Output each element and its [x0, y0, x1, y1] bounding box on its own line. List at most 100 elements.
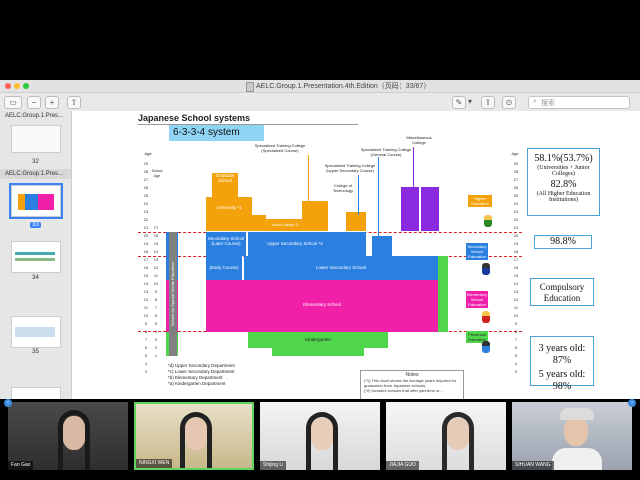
age-tick: 16	[513, 265, 519, 270]
page-thumbnail-32[interactable]	[11, 125, 61, 153]
page-thumbnail-35[interactable]	[11, 316, 61, 348]
pen-tool-button[interactable]: ✎	[452, 96, 466, 109]
age-tick: 20	[513, 233, 519, 238]
student-icon	[482, 263, 490, 275]
school-year-scale: 17 16 15 14 13 12 11 10 9 8 7 6 5 4 3 2 1	[152, 224, 160, 360]
age-tick: 11	[513, 305, 519, 310]
graduate-school-block: Graduate School	[212, 173, 238, 197]
age-tick: 24	[143, 201, 149, 206]
student-icon	[484, 215, 492, 227]
junior-college-block-1	[252, 215, 266, 231]
pointer-line	[413, 147, 414, 187]
kindergarten-step	[272, 348, 364, 356]
search-placeholder: 搜索	[541, 100, 555, 107]
thumbnail-sidebar[interactable]: AELC.Group.1.Pres... 32 AELC.Group.1.Pre…	[0, 111, 72, 399]
age-tick: 28	[513, 169, 519, 174]
higher-education-stat: 58.1%(53.7%) (Universities + Junior Coll…	[527, 148, 600, 216]
zoom-in-button[interactable]: +	[45, 96, 59, 109]
age-scale-right: 29 28 27 26 25 24 23 22 21 20 19 18 17 16 15 14 13 12 11 10…	[512, 160, 520, 376]
markup-button[interactable]: ⊙	[502, 96, 516, 109]
left-scroll-icon[interactable]: ‹	[4, 399, 12, 407]
zoom-window-button[interactable]	[23, 83, 29, 89]
age-tick: 21	[513, 225, 519, 230]
age-tick: 29	[513, 161, 519, 166]
school-year-tick: 14	[153, 249, 159, 254]
participant-name: Fan Gao	[8, 461, 34, 470]
participant-tile-1[interactable]: Fan Gao	[8, 402, 128, 470]
thumbnail-preview	[18, 194, 54, 210]
age-tick: 17	[143, 257, 149, 262]
age-tick: 25	[143, 193, 149, 198]
age-tick: 18	[143, 249, 149, 254]
miscellaneous-college-label: Miscellaneous College	[406, 135, 432, 145]
page-thumbnail-36[interactable]	[11, 387, 61, 399]
participant-tile-4[interactable]: JIAJIA GUO	[386, 402, 506, 470]
elementary-education-tag: Elementary School Education	[466, 291, 488, 308]
school-year-tick: 17	[153, 225, 159, 230]
participant-name: NINGXI WEN	[136, 459, 173, 468]
age-tick: 19	[513, 241, 519, 246]
specialized-general-block	[372, 236, 392, 256]
participant-video	[552, 448, 602, 470]
right-scroll-icon[interactable]: ›	[628, 399, 636, 407]
sidebar-file-2[interactable]: AELC.Group.1.Pres...	[0, 169, 71, 179]
special-needs-school-bar: School for Special Needs Education	[169, 232, 177, 356]
age-tick: 18	[513, 249, 519, 254]
page-thumbnail-33[interactable]	[9, 183, 63, 219]
close-window-button[interactable]	[5, 83, 11, 89]
higher-education-rate: 58.1%(53.7%)	[534, 153, 593, 164]
participant-cap	[560, 408, 594, 420]
participant-tile-3[interactable]: Shijing Li	[260, 402, 380, 470]
specialized-upper-label: Specialized Training College (Upper Seco…	[324, 163, 376, 173]
minimize-window-button[interactable]	[14, 83, 20, 89]
sidebar-file-1[interactable]: AELC.Group.1.Pres...	[0, 111, 71, 121]
school-year-tick: 7	[154, 305, 158, 310]
age-tick: 24	[513, 201, 519, 206]
college-of-technology-label: College of Technology	[332, 183, 354, 193]
higher-education-all-rate: 82.8%	[550, 179, 577, 190]
secondary-education-tag: Secondary School Education	[466, 243, 488, 260]
pen-menu-chevron-icon[interactable]: ▾	[466, 96, 474, 107]
secondary-early-course-block: (Early Course)	[206, 256, 242, 280]
participant-tile-2[interactable]: NINGXI WEN	[134, 402, 254, 470]
system-label: 6-3-3-4 system	[169, 125, 264, 141]
sidebar-toggle-button[interactable]: ▭	[4, 96, 22, 109]
upper-secondary-stat: 98.8%	[534, 235, 592, 249]
school-year-tick: 1	[154, 353, 158, 358]
page-number-34: 34	[32, 275, 39, 281]
school-year-tick: 5	[154, 321, 158, 326]
window-title: AELC.Group.1.Presentation.4th.Edition（页码…	[256, 83, 431, 90]
age-tick: 19	[143, 241, 149, 246]
notes-line-1: (*1) This chart shows the average years …	[364, 378, 457, 388]
school-age-header: School Age	[151, 169, 163, 178]
zoom-out-button[interactable]: −	[27, 96, 41, 109]
age5-rate: 5 years old: 98%	[538, 369, 586, 392]
preschool-stat: 3 years old: 87% 5 years old: 98%	[530, 336, 594, 392]
toolbar: ▭ − + ⇧ ✎ ▾ ⇪ ⊙ ⌕ 搜索	[0, 93, 640, 112]
age-tick: 12	[513, 297, 519, 302]
page-thumbnail-34[interactable]	[11, 241, 61, 273]
participant-video	[306, 412, 338, 470]
age-tick: 3	[144, 369, 148, 374]
age-tick: 14	[143, 281, 149, 286]
elementary-school-block: Elementary School	[206, 280, 438, 332]
age-tick: 8	[144, 329, 148, 334]
age-tick: 14	[513, 281, 519, 286]
participant-tile-5[interactable]: SIHUAN WANG	[512, 402, 632, 470]
age-tick: 5	[144, 353, 148, 358]
school-year-tick: 9	[154, 289, 158, 294]
rotate-button[interactable]: ⇪	[481, 96, 495, 109]
age-tick: 20	[143, 233, 149, 238]
page-number-32: 32	[32, 159, 39, 165]
search-input[interactable]: ⌕ 搜索	[528, 96, 630, 109]
school-year-tick: 15	[153, 241, 159, 246]
specialized-training-college-label: Specialized Training College (Specialize…	[254, 143, 306, 153]
age-tick: 17	[513, 257, 519, 262]
higher-education-tag: Higher Education	[468, 195, 492, 207]
age-tick: 10	[143, 313, 149, 318]
specialized-college-block	[346, 212, 366, 231]
school-year-tick: 16	[153, 233, 159, 238]
age-tick: 7	[144, 337, 148, 342]
share-button[interactable]: ⇧	[67, 96, 81, 109]
age-tick: 23	[143, 209, 149, 214]
